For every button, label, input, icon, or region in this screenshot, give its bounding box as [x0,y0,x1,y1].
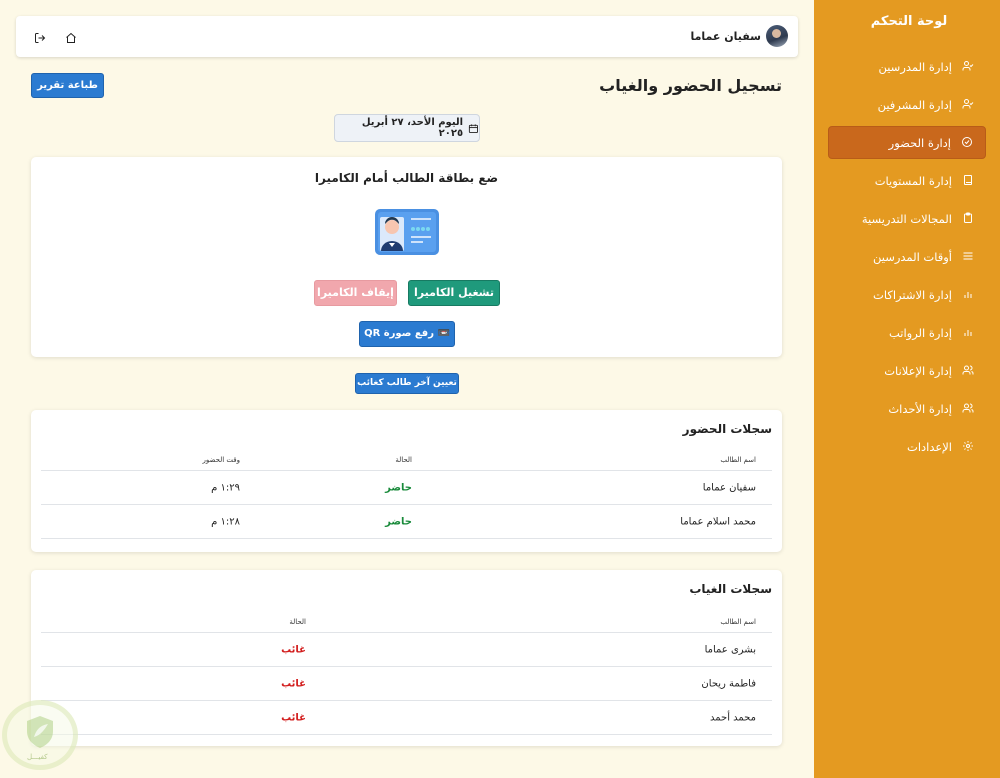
calendar-icon [469,123,479,133]
student-name: بشرى عماما [704,644,756,655]
sidebar-item-levels[interactable]: إدارة المستويات [828,164,986,197]
student-name: فاطمة ريحان [701,678,756,689]
stop-camera-button[interactable]: إيقاف الكاميرا [314,280,397,306]
sidebar-item-label: إدارة الحضور [888,135,951,150]
sidebar-item-fields[interactable]: المجالات التدريسية [828,202,986,235]
watermark-logo: كفيـــل [2,700,78,770]
avatar [766,25,788,47]
sidebar-item-label: إدارة الاشتراكات [873,287,952,302]
sidebar-item-teachers[interactable]: إدارة المدرسين [828,50,986,83]
col-status: الحالة [289,618,306,626]
start-camera-button[interactable]: تشغيل الكاميرا [408,280,500,306]
table-row: محمد اسلام عماما حاضر ١:٢٨ م [41,505,772,539]
sidebar-item-settings[interactable]: الإعدادات [828,430,986,463]
sidebar-item-attendance[interactable]: إدارة الحضور [828,126,986,159]
sidebar-title: لوحة التحكم [870,14,948,29]
absence-records-card: سجلات الغياب اسم الطالب الحالة بشرى عمام… [31,570,782,746]
attendance-time: ١:٢٨ م [211,516,240,527]
date-text: اليوم الأحد، ٢٧ أبريل ٢٠٢٥ [361,117,464,139]
id-card-icon [375,209,439,255]
users-icon [960,364,974,378]
date-display: اليوم الأحد، ٢٧ أبريل ٢٠٢٥ [334,114,480,142]
attendance-records-card: سجلات الحضور اسم الطالب الحالة وقت الحضو… [31,410,782,552]
status-badge: حاضر [385,482,412,493]
table-row: محمد أحمد غائب [41,701,772,735]
check-circle-icon [959,136,973,150]
attendance-time: ١:٢٩ م [211,482,240,493]
user-name: سفيان عماما [690,29,761,43]
sidebar: لوحة التحكم إدارة المدرسين إدارة المشرفي… [814,0,1000,778]
sidebar-item-label: إدارة المشرفين [877,97,952,112]
attendance-records-title: سجلات الحضور [682,422,772,436]
sidebar-item-teacher-times[interactable]: أوقات المدرسين [828,240,986,273]
status-badge: غائب [281,712,306,723]
shield-icon [27,716,53,748]
page-title: تسجيل الحضور والغياب [599,76,782,95]
sidebar-item-label: إدارة المستويات [874,173,952,188]
table-row: سفيان عماما حاضر ١:٢٩ م [41,471,772,505]
book-icon [960,174,974,188]
bar-chart-icon [960,288,974,302]
home-icon[interactable] [63,29,77,43]
status-badge: حاضر [385,516,412,527]
col-status: الحالة [395,456,412,464]
sidebar-item-announcements[interactable]: إدارة الإعلانات [828,354,986,387]
student-name: محمد أحمد [709,712,756,723]
watermark-text: كفيـــل [27,753,48,761]
col-name: اسم الطالب [720,456,756,464]
upload-qr-button[interactable]: 📼 رفع صورة QR [359,321,455,347]
user-check-icon [960,98,974,112]
table-header: اسم الطالب الحالة وقت الحضور [41,450,772,471]
sidebar-item-supervisors[interactable]: إدارة المشرفين [828,88,986,121]
absence-table: اسم الطالب الحالة بشرى عماما غائب فاطمة … [41,612,772,735]
sidebar-item-label: أوقات المدرسين [872,249,952,264]
mark-last-absent-button[interactable]: تعيين آخر طالب كغائب [355,373,459,394]
sidebar-item-subscriptions[interactable]: إدارة الاشتراكات [828,278,986,311]
sidebar-item-label: المجالات التدريسية [861,211,952,226]
table-row: فاطمة ريحان غائب [41,667,772,701]
attendance-table: اسم الطالب الحالة وقت الحضور سفيان عماما… [41,450,772,539]
logout-icon[interactable] [32,29,46,43]
status-badge: غائب [281,678,306,689]
table-header: اسم الطالب الحالة [41,612,772,633]
student-name: محمد اسلام عماما [680,516,756,527]
user-profile[interactable]: سفيان عماما [690,25,788,47]
absence-records-title: سجلات الغياب [689,582,772,596]
gear-icon [960,440,974,454]
sidebar-item-label: إدارة الرواتب [888,325,952,340]
print-report-button[interactable]: طباعة تقرير [31,73,104,98]
status-badge: غائب [281,644,306,655]
sidebar-item-label: إدارة الإعلانات [884,363,952,378]
sidebar-item-events[interactable]: إدارة الأحداث [828,392,986,425]
scan-card: ضع بطاقة الطالب أمام الكاميرا تشغيل الكا… [31,157,782,357]
bar-chart-icon [960,326,974,340]
col-name: اسم الطالب [720,618,756,626]
topbar: سفيان عماما [16,16,798,57]
sidebar-item-salaries[interactable]: إدارة الرواتب [828,316,986,349]
student-name: سفيان عماما [702,482,756,493]
scan-instructions: ضع بطاقة الطالب أمام الكاميرا [314,171,499,185]
user-check-icon [960,60,974,74]
users-icon [960,402,974,416]
menu-icon [960,250,974,264]
clipboard-icon [960,212,974,226]
sidebar-item-label: إدارة الأحداث [888,401,952,416]
table-row: بشرى عماما غائب [41,633,772,667]
col-time: وقت الحضور [202,456,241,464]
sidebar-item-label: الإعدادات [907,439,952,454]
sidebar-item-label: إدارة المدرسين [878,59,952,74]
